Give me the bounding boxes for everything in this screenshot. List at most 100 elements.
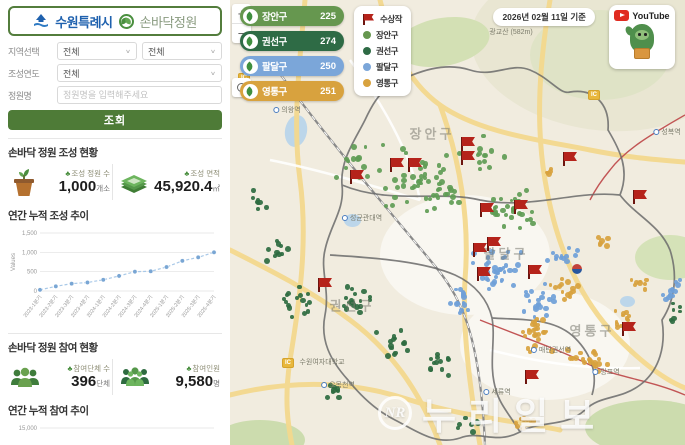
creation-chart-title: 연간 누적 조성 추이 (8, 210, 89, 222)
district-buttons: 장안구 225 권선구 274 팔달구 250 영통구 251 (240, 6, 344, 101)
svg-text:1,000: 1,000 (22, 250, 38, 256)
suwon-city-logo-icon (34, 14, 49, 27)
award-flag-marker[interactable] (563, 152, 578, 167)
award-flag-icon (363, 13, 375, 25)
district-button-count: 251 (320, 85, 336, 97)
sidebar: 수원특례시 손바닥정원 지역선택 전체 ∨ 전체 ∨ 조성연도 전체 ∨ 정원명… (0, 0, 230, 445)
legend-row-영통구: 영통구 (363, 75, 402, 91)
award-flag-marker[interactable] (408, 158, 423, 173)
award-flag-marker[interactable] (350, 170, 365, 185)
district-button-count: 225 (320, 10, 336, 22)
leaf-icon (243, 83, 258, 99)
legend-label: 장안구 (376, 30, 398, 40)
award-flag-marker[interactable] (528, 265, 543, 280)
brand-city-name: 수원특례시 (55, 14, 113, 30)
district-button-label: 팔달구 (262, 62, 287, 73)
award-flag-marker[interactable] (477, 267, 492, 282)
award-flag-marker[interactable] (622, 322, 637, 337)
participant-groups-stat: ♣참여단체 수 396단체 (8, 359, 112, 395)
garden-logo-icon (118, 13, 134, 29)
region-select-district[interactable]: 전체 ∨ (142, 42, 222, 60)
divider (8, 138, 222, 139)
legend-row-장안구: 장안구 (363, 27, 402, 43)
award-flag-marker[interactable] (390, 158, 405, 173)
legend-award-label: 수상작 (380, 14, 402, 24)
district-button-팔달구[interactable]: 팔달구 250 (240, 56, 344, 76)
year-filter-label: 조성연도 (8, 68, 40, 79)
district-button-영통구[interactable]: 영통구 251 (240, 81, 344, 101)
legend-row-권선구: 권선구 (363, 43, 402, 59)
leaf-icon (243, 58, 258, 74)
clover-bullet-icon: ♣ (186, 364, 192, 373)
watermark-logo: NR (378, 396, 412, 430)
award-flag-marker[interactable] (461, 137, 476, 152)
district-button-label: 권선구 (262, 37, 287, 48)
award-flag-marker[interactable] (318, 278, 333, 293)
brand-app-name: 손바닥정원 (139, 14, 198, 30)
people-group-icon (11, 367, 39, 387)
legend-dot-icon (363, 63, 371, 71)
people-crowd-icon (121, 367, 149, 386)
district-button-장안구[interactable]: 장안구 225 (240, 6, 344, 26)
legend-label: 영통구 (376, 78, 398, 88)
data-date-badge: 2026년 02월 11일 기준 (493, 8, 595, 26)
clover-bullet-icon: ♣ (184, 169, 190, 178)
leaf-icon (243, 8, 258, 24)
creation-trend-chart: 05001,0001,500Values2023-1분기2023-2분기2023… (11, 231, 218, 319)
svg-text:500: 500 (27, 270, 38, 276)
brand-header: 수원특례시 손바닥정원 (8, 6, 222, 36)
award-flag-marker[interactable] (633, 190, 648, 205)
garden-name-input[interactable] (57, 86, 222, 104)
district-button-권선구[interactable]: 권선구 274 (240, 31, 344, 51)
flower-pot-icon (14, 169, 34, 196)
leaf-icon (243, 33, 258, 49)
district-button-label: 영통구 (262, 87, 287, 98)
award-flag-marker[interactable] (525, 370, 540, 385)
year-select[interactable]: 전체 ∨ (57, 64, 222, 82)
divider (8, 333, 222, 334)
region-select-city[interactable]: 전체 ∨ (57, 42, 137, 60)
svg-text:0: 0 (34, 289, 38, 295)
watermark-text: 누리일보 (422, 396, 607, 437)
award-flag-marker[interactable] (473, 243, 488, 258)
award-flag-marker[interactable] (461, 151, 476, 166)
legend-row-팔달구: 팔달구 (363, 59, 402, 75)
award-flag-marker[interactable] (487, 237, 502, 252)
district-button-count: 274 (320, 35, 336, 47)
creation-section-title: 손바닥 정원 조성 현황 (8, 147, 98, 159)
clover-bullet-icon: ♣ (65, 169, 71, 178)
chevron-down-icon: ∨ (210, 47, 216, 55)
svg-text:Values: Values (11, 253, 17, 271)
garden-count-stat: ♣조성 정원 수 1,000개소 (8, 164, 112, 200)
youtube-link[interactable]: YouTube (609, 5, 675, 69)
map-canvas[interactable]: 의왕역 성균관대역 광교산 (582m) 성복역 세류역 매탄권선역 망포역 오목천역 수원여자… (230, 0, 685, 445)
filter-panel: 지역선택 전체 ∨ 전체 ∨ 조성연도 전체 ∨ 정원명 정원명을 입력해주세요… (8, 42, 222, 130)
participation-section-title: 손바닥 정원 참여 현황 (8, 342, 98, 354)
svg-text:1,500: 1,500 (22, 231, 38, 237)
svg-text:15,000: 15,000 (19, 426, 38, 432)
youtube-icon (614, 10, 630, 21)
garden-mascot (623, 24, 657, 62)
search-button[interactable]: 조회 (8, 110, 222, 130)
chevron-down-icon: ∨ (125, 47, 131, 55)
app-window: 수원특례시 손바닥정원 지역선택 전체 ∨ 전체 ∨ 조성연도 전체 ∨ 정원명… (0, 0, 685, 445)
participation-trend-chart: 05,00010,00015,000Values2023-1분기2023-2분기… (19, 426, 214, 432)
legend-dot-icon (363, 31, 371, 39)
news-watermark: NR 누리일보 (378, 386, 606, 440)
district-button-count: 250 (320, 60, 336, 72)
legend-label: 팔달구 (376, 62, 398, 72)
garden-name-label: 정원명 (8, 90, 32, 101)
participation-chart-title: 연간 누적 참여 추이 (8, 405, 89, 417)
award-flag-marker[interactable] (514, 200, 529, 215)
region-filter-label: 지역선택 (8, 46, 40, 57)
participant-people-stat: ♣참여인원 9,580명 (112, 359, 222, 395)
land-area-icon (121, 175, 147, 193)
legend-dot-icon (363, 47, 371, 55)
garden-area-stat: ♣조성 면적 45,920.4㎡ (112, 164, 222, 200)
creation-stats: ♣조성 정원 수 1,000개소 ♣조성 면적 45,920.4㎡ (8, 164, 222, 200)
participation-stats: ♣참여단체 수 396단체 ♣참여인원 9,580명 (8, 359, 222, 395)
legend-dot-icon (363, 79, 371, 87)
award-flag-marker[interactable] (480, 203, 495, 218)
clover-bullet-icon: ♣ (67, 364, 73, 373)
map-legend: 수상작장안구권선구팔달구영통구 (354, 6, 411, 96)
